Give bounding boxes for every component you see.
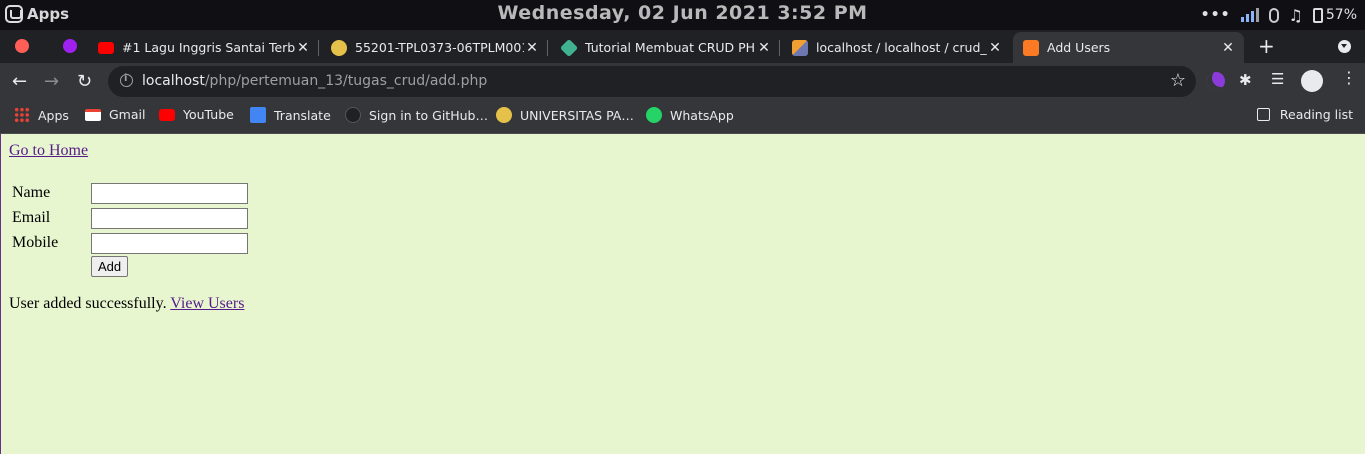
battery-indicator[interactable]: 57% — [1312, 7, 1357, 23]
bookmark-translate[interactable]: Translate — [250, 107, 331, 123]
close-tab-icon[interactable]: ✕ — [987, 40, 1003, 56]
os-top-bar: Apps Wednesday, 02 Jun 2021 3:52 PM ••• … — [0, 0, 1365, 30]
url-text[interactable]: localhost/php/pertemuan_13/tugas_crud/ad… — [142, 73, 487, 89]
battery-icon — [1312, 7, 1323, 23]
xampp-icon — [1023, 39, 1039, 56]
page-content: Go to Home Name Email Mobile Add User ad… — [0, 134, 1365, 454]
browser-toolbar: ← → ↻ localhost/php/pertemuan_13/tugas_c… — [0, 63, 1365, 100]
codepolitan-icon — [559, 38, 579, 57]
bookmark-github[interactable]: Sign in to GitHub… — [345, 107, 488, 123]
mobile-row: Mobile — [9, 231, 269, 254]
bookmark-star-icon[interactable]: ☆ — [1170, 70, 1186, 91]
media-queue-icon[interactable]: ☰ — [1271, 70, 1289, 88]
github-icon — [345, 107, 361, 123]
email-row: Email — [9, 206, 269, 229]
bookmark-whatsapp[interactable]: WhatsApp — [646, 107, 734, 123]
email-input[interactable] — [91, 208, 248, 229]
wifi-signal-icon[interactable] — [1240, 8, 1259, 22]
name-input[interactable] — [91, 183, 248, 204]
university-icon — [331, 39, 347, 56]
translate-icon — [250, 107, 266, 123]
address-bar[interactable]: localhost/php/pertemuan_13/tugas_crud/ad… — [108, 66, 1196, 97]
mobile-input[interactable] — [91, 233, 248, 254]
university-icon — [496, 107, 512, 123]
system-tray: ••• ♫ 57% — [1201, 5, 1357, 25]
bluetooth-icon[interactable] — [1268, 7, 1279, 23]
tab-phpmyadmin[interactable]: localhost / localhost / crud_ ✕ — [782, 32, 1011, 63]
dark-mode-extension-icon[interactable] — [1207, 72, 1225, 90]
phpmyadmin-icon — [792, 39, 808, 56]
more-icon[interactable]: ••• — [1201, 7, 1231, 23]
new-tab-icon[interactable]: + — [1258, 34, 1275, 58]
tab-youtube[interactable]: #1 Lagu Inggris Santai Terbaru ✕ — [88, 32, 319, 63]
bookmark-gmail[interactable]: Gmail — [85, 107, 145, 122]
close-tab-icon[interactable]: ✕ — [295, 40, 311, 56]
tab-title: Tutorial Membuat CRUD PHP — [585, 40, 756, 55]
forward-icon[interactable]: → — [44, 71, 59, 92]
tab-university[interactable]: 55201-TPL0373-06TPLM001 ✕ — [321, 32, 548, 63]
battery-percent: 57% — [1325, 7, 1357, 23]
youtube-icon — [159, 108, 175, 121]
email-label: Email — [12, 209, 51, 226]
reload-icon[interactable]: ↻ — [77, 71, 92, 92]
tab-title: localhost / localhost / crud_ — [816, 40, 987, 55]
profile-avatar-icon[interactable] — [1301, 70, 1323, 92]
tab-add-users[interactable]: Add Users ✕ — [1013, 32, 1244, 63]
tab-search-icon[interactable] — [1338, 40, 1351, 53]
tab-tutorial-crud[interactable]: Tutorial Membuat CRUD PHP ✕ — [551, 32, 780, 63]
window-close-dot-icon[interactable] — [15, 39, 29, 53]
extensions-puzzle-icon[interactable]: ✱ — [1239, 71, 1257, 89]
bookmark-universitas[interactable]: UNIVERSITAS PA… — [496, 107, 634, 123]
browser-menu-icon[interactable]: ⋮ — [1341, 68, 1359, 87]
name-row: Name — [9, 181, 269, 204]
apps-grid-icon — [14, 107, 30, 123]
youtube-icon — [98, 41, 114, 54]
close-tab-icon[interactable]: ✕ — [524, 40, 540, 56]
gmail-icon — [85, 108, 101, 121]
add-button[interactable]: Add — [91, 256, 129, 277]
back-icon[interactable]: ← — [12, 71, 27, 92]
bookmark-apps[interactable]: Apps — [14, 107, 69, 123]
bookmark-youtube[interactable]: YouTube — [159, 107, 234, 122]
close-tab-icon[interactable]: ✕ — [1220, 40, 1236, 56]
name-label: Name — [12, 184, 51, 201]
bookmarks-bar: Apps Gmail YouTube Translate Sign in to … — [0, 100, 1365, 134]
close-tab-icon[interactable]: ✕ — [756, 40, 772, 56]
reading-list-icon — [1256, 108, 1270, 121]
tab-title: 55201-TPL0373-06TPLM001 — [355, 40, 524, 55]
whatsapp-icon — [646, 107, 662, 123]
tab-strip: #1 Lagu Inggris Santai Terbaru ✕ 55201-T… — [0, 30, 1365, 63]
mobile-label: Mobile — [12, 234, 59, 251]
go-to-home-link[interactable]: Go to Home — [9, 142, 88, 160]
music-note-icon[interactable]: ♫ — [1289, 6, 1303, 25]
os-clock[interactable]: Wednesday, 02 Jun 2021 3:52 PM — [0, 2, 1365, 24]
reading-list-button[interactable]: Reading list — [1256, 107, 1353, 122]
window-minimize-dot-icon[interactable] — [63, 39, 77, 53]
view-users-link[interactable]: View Users — [170, 295, 244, 312]
tab-title: Add Users — [1047, 40, 1111, 55]
success-text: User added successfully. — [9, 295, 167, 312]
status-message: User added successfully. View Users — [9, 295, 244, 313]
tab-title: #1 Lagu Inggris Santai Terbaru — [122, 40, 295, 55]
site-info-icon[interactable] — [120, 73, 133, 87]
